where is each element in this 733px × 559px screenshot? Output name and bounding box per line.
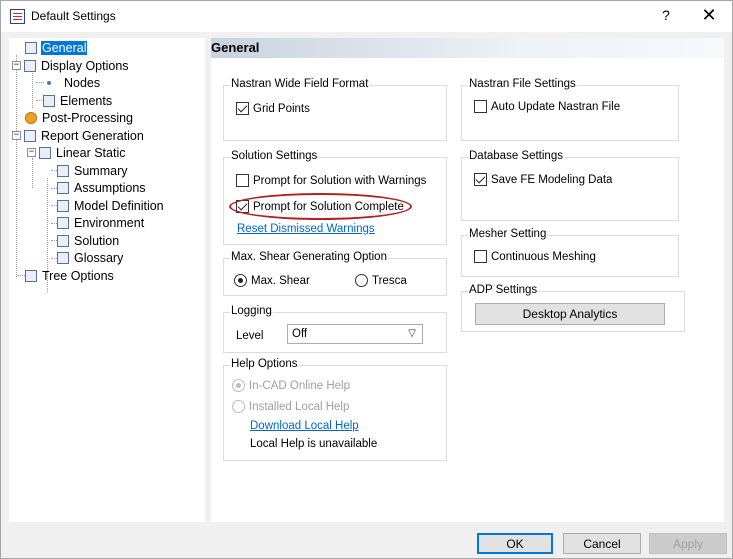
assumptions-icon xyxy=(57,181,69,194)
checkbox-box xyxy=(474,100,487,113)
logging-level-select[interactable]: Off ▽ xyxy=(287,324,423,344)
auto-update-nastran-checkbox[interactable]: Auto Update Nastran File xyxy=(474,100,620,113)
display-options-icon xyxy=(24,59,36,72)
tree-item-environment[interactable]: Environment xyxy=(57,214,145,231)
highlight-ring xyxy=(229,193,412,220)
group-title: Solution Settings xyxy=(230,150,319,162)
tree-item-tree-options[interactable]: Tree Options xyxy=(25,267,115,284)
local-help-status: Local Help is unavailable xyxy=(250,438,378,450)
adp-settings-group: ADP Settings Desktop Analytics xyxy=(461,284,685,332)
solution-settings-group: Solution Settings Prompt for Solution wi… xyxy=(223,150,447,245)
tree-options-icon xyxy=(25,269,37,282)
group-title: Mesher Setting xyxy=(468,228,548,240)
checkbox-box xyxy=(474,173,487,186)
max-shear-radio[interactable]: Max. Shear xyxy=(234,274,310,287)
chevron-down-icon: ▽ xyxy=(408,328,416,339)
online-help-radio[interactable]: In-CAD Online Help xyxy=(232,379,350,392)
tree-item-summary[interactable]: Summary xyxy=(57,162,128,179)
settings-app-icon xyxy=(10,9,25,24)
group-title: Nastran Wide Field Format xyxy=(230,78,370,90)
general-icon xyxy=(25,41,37,54)
desktop-analytics-button[interactable]: Desktop Analytics xyxy=(475,303,665,325)
post-processing-icon xyxy=(25,111,37,124)
close-button[interactable]: ✕ xyxy=(697,5,721,26)
summary-icon xyxy=(57,164,69,177)
download-local-help-link[interactable]: Download Local Help xyxy=(250,420,359,432)
title-bar: Default Settings ? ✕ xyxy=(1,1,732,32)
tree-item-nodes[interactable]: Nodes xyxy=(43,74,101,91)
prompt-warnings-checkbox[interactable]: Prompt for Solution with Warnings xyxy=(236,174,426,187)
radio-circle xyxy=(234,274,247,287)
tresca-radio[interactable]: Tresca xyxy=(355,274,407,287)
solution-icon xyxy=(57,234,69,247)
checkbox-box xyxy=(236,102,249,115)
checkbox-box xyxy=(236,174,249,187)
panel-header: General xyxy=(211,38,724,58)
mesher-setting-group: Mesher Setting Continuous Meshing xyxy=(461,228,679,277)
group-title: Max. Shear Generating Option xyxy=(230,251,388,263)
continuous-meshing-checkbox[interactable]: Continuous Meshing xyxy=(474,250,596,263)
model-definition-icon xyxy=(57,199,69,212)
glossary-icon xyxy=(57,251,69,264)
reset-dismissed-warnings-link[interactable]: Reset Dismissed Warnings xyxy=(237,223,375,235)
dialog-window: Default Settings ? ✕ General − Display O… xyxy=(0,0,733,559)
database-settings-group: Database Settings Save FE Modeling Data xyxy=(461,150,679,221)
level-label: Level xyxy=(236,330,264,342)
tree-item-linear-static[interactable]: − Linear Static xyxy=(27,144,126,161)
max-shear-group: Max. Shear Generating Option Max. Shear … xyxy=(223,251,447,296)
group-title: Logging xyxy=(230,305,273,317)
tree-item-elements[interactable]: Elements xyxy=(43,92,113,109)
radio-circle xyxy=(232,400,245,413)
grid-points-checkbox[interactable]: Grid Points xyxy=(236,102,310,115)
nastran-wide-field-group: Nastran Wide Field Format Grid Points xyxy=(223,78,447,141)
checkbox-box xyxy=(474,250,487,263)
save-fe-modeling-checkbox[interactable]: Save FE Modeling Data xyxy=(474,173,612,186)
group-title: Help Options xyxy=(230,358,299,370)
help-button[interactable]: ? xyxy=(656,7,676,23)
tree-item-glossary[interactable]: Glossary xyxy=(57,249,124,266)
group-title: Database Settings xyxy=(468,150,564,162)
tree-item-assumptions[interactable]: Assumptions xyxy=(57,179,147,196)
environment-icon xyxy=(57,216,69,229)
apply-button[interactable]: Apply xyxy=(649,533,727,554)
tree-item-report-generation[interactable]: − Report Generation xyxy=(12,127,145,144)
nastran-file-settings-group: Nastran File Settings Auto Update Nastra… xyxy=(461,78,679,141)
panel-title: General xyxy=(211,40,260,55)
collapse-icon[interactable]: − xyxy=(12,131,21,140)
radio-circle xyxy=(355,274,368,287)
ok-button[interactable]: OK xyxy=(477,533,553,554)
group-title: ADP Settings xyxy=(468,284,539,296)
group-title: Nastran File Settings xyxy=(468,78,577,90)
linear-static-icon xyxy=(39,146,51,159)
elements-icon xyxy=(43,94,55,107)
settings-tree: General − Display Options Nodes Elements… xyxy=(9,38,205,522)
help-options-group: Help Options In-CAD Online Help Installe… xyxy=(223,358,447,461)
tree-item-model-definition[interactable]: Model Definition xyxy=(57,197,165,214)
tree-item-display-options[interactable]: − Display Options xyxy=(12,57,130,74)
radio-circle xyxy=(232,379,245,392)
logging-group: Logging Level Off ▽ xyxy=(223,305,447,353)
settings-panel: General Nastran Wide Field Format Grid P… xyxy=(211,38,724,522)
nodes-icon xyxy=(47,80,51,85)
tree-item-solution[interactable]: Solution xyxy=(57,232,120,249)
cancel-button[interactable]: Cancel xyxy=(563,533,641,554)
local-help-radio[interactable]: Installed Local Help xyxy=(232,400,349,413)
report-generation-icon xyxy=(24,129,36,142)
tree-item-general[interactable]: General xyxy=(25,39,88,56)
collapse-icon[interactable]: − xyxy=(12,61,21,70)
tree-item-post-processing[interactable]: Post-Processing xyxy=(25,109,134,126)
collapse-icon[interactable]: − xyxy=(27,148,36,157)
window-title: Default Settings xyxy=(31,9,116,23)
